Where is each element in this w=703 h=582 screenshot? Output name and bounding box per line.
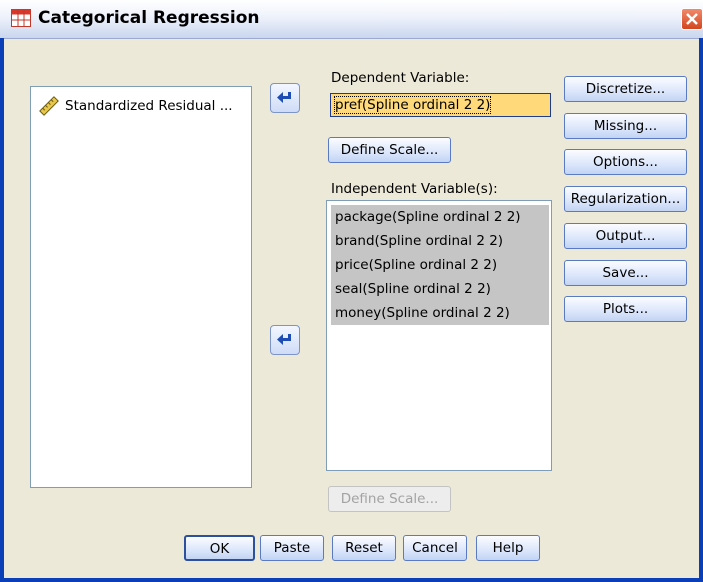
close-button[interactable]: [681, 8, 703, 30]
window-title: Categorical Regression: [38, 8, 260, 28]
window-frame-left: [0, 38, 4, 582]
options-button[interactable]: Options...: [564, 149, 687, 175]
define-scale-independent-button[interactable]: Define Scale...: [328, 486, 451, 512]
move-to-independent-button[interactable]: [270, 325, 300, 355]
title-bar[interactable]: Categorical Regression: [0, 0, 703, 39]
dependent-variable-value: pref(Spline ordinal 2 2): [333, 96, 492, 114]
define-scale-dependent-button[interactable]: Define Scale...: [328, 137, 451, 163]
list-item[interactable]: price(Spline ordinal 2 2): [331, 253, 549, 277]
list-item[interactable]: Standardized Residual ...: [39, 95, 233, 117]
window-frame-right: [699, 38, 703, 582]
dependent-variable-field[interactable]: pref(Spline ordinal 2 2): [330, 93, 551, 117]
close-icon: [686, 13, 698, 25]
output-button[interactable]: Output...: [564, 223, 687, 249]
list-item[interactable]: package(Spline ordinal 2 2): [331, 205, 549, 229]
paste-button[interactable]: Paste: [260, 535, 324, 561]
help-button[interactable]: Help: [476, 535, 540, 561]
cancel-button[interactable]: Cancel: [403, 535, 467, 561]
missing-button[interactable]: Missing...: [564, 113, 687, 139]
list-item[interactable]: brand(Spline ordinal 2 2): [331, 229, 549, 253]
ok-button[interactable]: OK: [184, 535, 255, 561]
move-to-dependent-button[interactable]: [270, 83, 300, 113]
reset-button[interactable]: Reset: [332, 535, 396, 561]
window-frame-bottom: [0, 578, 703, 582]
list-item-label: Standardized Residual ...: [65, 98, 233, 114]
independent-variable-list[interactable]: package(Spline ordinal 2 2) brand(Spline…: [326, 200, 552, 471]
arrow-left-icon: [277, 92, 291, 103]
table-grid-icon: [11, 9, 31, 27]
ruler-scale-icon: [39, 96, 59, 116]
categorical-regression-dialog: Categorical Regression Standardized Resi…: [0, 0, 703, 582]
discretize-button[interactable]: Discretize...: [564, 76, 687, 102]
list-item[interactable]: money(Spline ordinal 2 2): [331, 301, 549, 325]
list-item[interactable]: seal(Spline ordinal 2 2): [331, 277, 549, 301]
regularization-button[interactable]: Regularization...: [564, 186, 687, 212]
plots-button[interactable]: Plots...: [564, 296, 687, 322]
save-button[interactable]: Save...: [564, 260, 687, 286]
source-variable-list[interactable]: Standardized Residual ...: [30, 86, 252, 488]
independent-variables-label: Independent Variable(s):: [331, 181, 498, 197]
arrow-left-icon: [277, 334, 291, 345]
dependent-variable-label: Dependent Variable:: [331, 70, 470, 86]
